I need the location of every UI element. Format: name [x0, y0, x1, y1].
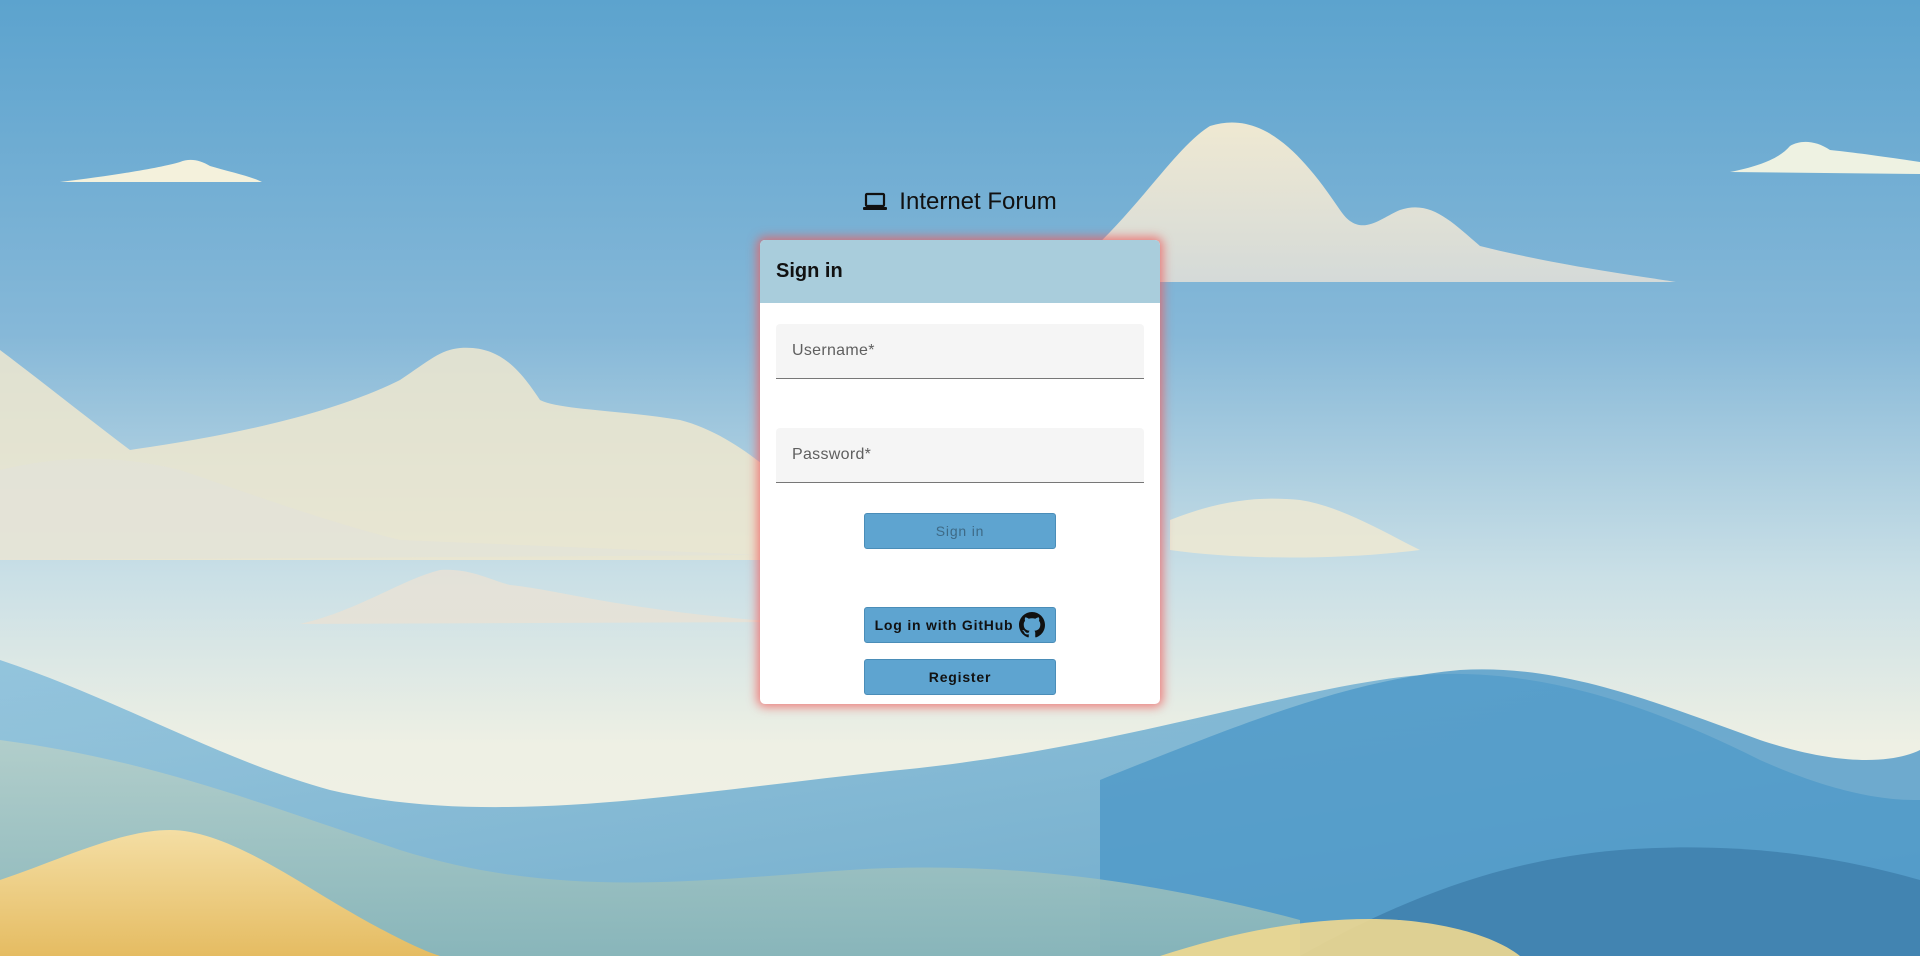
signin-button[interactable]: Sign in	[864, 513, 1056, 549]
github-login-button[interactable]: Log in with GitHub	[864, 607, 1056, 643]
app-title-text: Internet Forum	[899, 188, 1057, 215]
signin-button-label: Sign in	[935, 523, 985, 539]
app-title: Internet Forum	[0, 188, 1920, 216]
signin-card: Sign in Sign in Log in with GitHub Regis…	[760, 240, 1160, 704]
signin-card-header: Sign in	[760, 240, 1160, 303]
register-button-label: Register	[928, 669, 992, 685]
github-login-label: Log in with GitHub	[874, 617, 1014, 633]
password-field[interactable]	[776, 428, 1144, 483]
laptop-icon	[863, 192, 888, 210]
username-field[interactable]	[776, 324, 1144, 379]
username-input[interactable]	[776, 324, 1144, 378]
register-button[interactable]: Register	[864, 659, 1056, 695]
password-input[interactable]	[776, 428, 1144, 482]
github-icon	[1019, 612, 1046, 638]
